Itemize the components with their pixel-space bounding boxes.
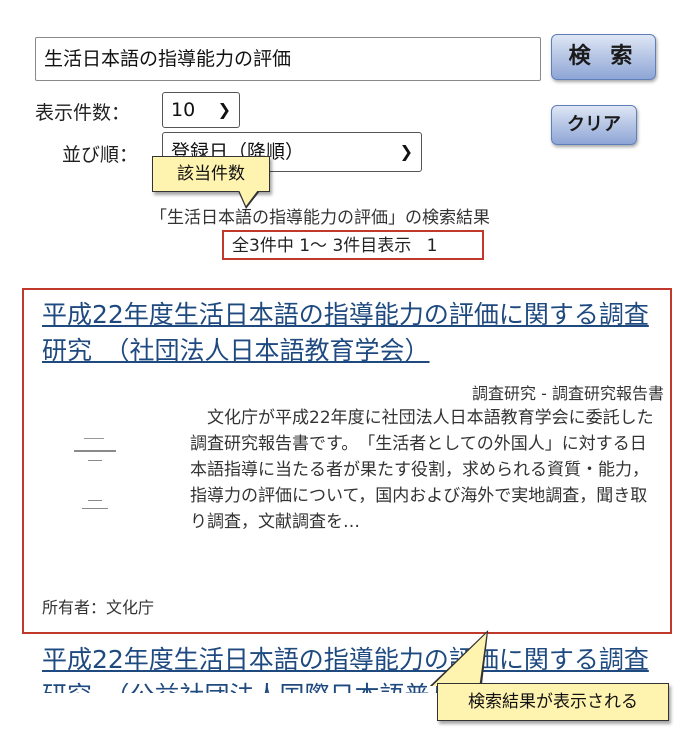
result-count-text: 全3件中 1〜 3件目表示 [232, 236, 412, 256]
sort-label: 並び順： [62, 144, 139, 166]
result-title-link[interactable]: 平成22年度生活日本語の指導能力の評価に関する調査研究 （社団法人日本語教育学会… [42, 297, 654, 369]
search-button[interactable]: 検 索 [551, 34, 656, 80]
search-input[interactable]: 生活日本語の指導能力の評価 [35, 37, 541, 81]
count-callout: 該当件数 [152, 156, 270, 192]
results-heading: 「生活日本語の指導能力の評価」の検索結果 [150, 208, 490, 228]
page-number-link[interactable]: 1 [427, 236, 438, 256]
result-summary: 文化庁が平成22年度に社団法人日本語教育学会に委託した調査研究報告書です。 「生… [190, 408, 654, 532]
result-category: 調査研究 - 調査研究報告書 [472, 384, 664, 403]
thumb-line [82, 508, 108, 509]
chevron-down-icon: ❯ [217, 100, 231, 119]
result-count: 全3件中 1〜 3件目表示 1 [222, 230, 484, 260]
count-select[interactable]: 10 ❯ [162, 92, 240, 128]
results-callout: 検索結果が表示される [437, 683, 669, 721]
chevron-down-icon: ❯ [399, 142, 413, 161]
thumb-line [88, 500, 102, 501]
count-select-value: 10 [171, 99, 196, 121]
document-thumbnail[interactable] [52, 430, 140, 530]
thumb-line [74, 450, 116, 452]
count-label: 表示件数： [35, 102, 131, 124]
result-owner: 所有者：文化庁 [42, 598, 155, 617]
clear-button[interactable]: クリア [551, 105, 637, 145]
thumb-line [88, 460, 102, 461]
thumb-line [84, 438, 104, 439]
